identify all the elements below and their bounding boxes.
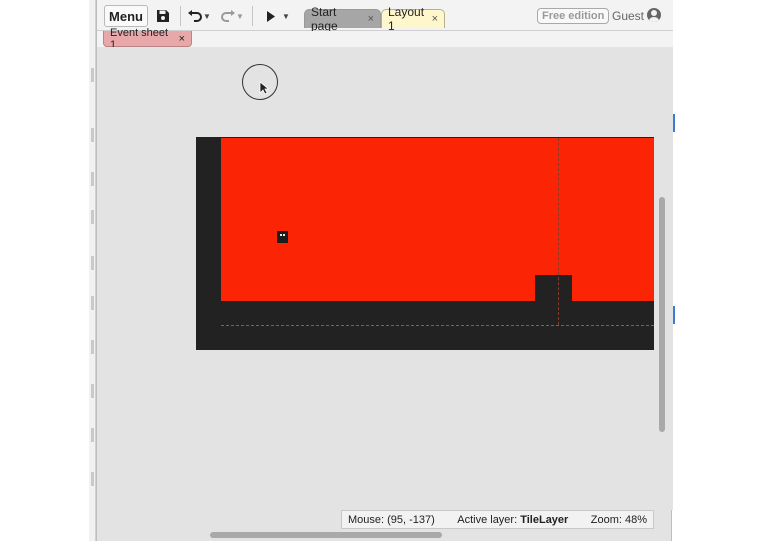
menu-button[interactable]: Menu [104, 5, 148, 27]
vertical-scroll-thumb[interactable] [659, 197, 665, 432]
layout-boundary-vertical [558, 138, 559, 325]
main-toolbar: Menu ▼ ▼ ▼ Start page × Layout 1 × Free … [97, 0, 673, 33]
zoom-level: Zoom: 48% [590, 513, 647, 526]
panel-marker [91, 384, 94, 398]
construct-editor: Menu ▼ ▼ ▼ Start page × Layout 1 × Free … [96, 0, 673, 541]
tab-event-sheet-1[interactable]: Event sheet 1 × [103, 27, 192, 51]
tab-label: Layout 1 [388, 5, 425, 33]
close-icon[interactable]: × [179, 33, 185, 45]
tile-step[interactable] [535, 275, 572, 302]
preview-button[interactable]: ▼ [263, 5, 293, 27]
toolbar-separator [180, 6, 181, 26]
panel-marker [91, 256, 94, 270]
panel-marker [91, 472, 94, 486]
panel-marker [91, 296, 94, 310]
player-sprite[interactable] [277, 231, 288, 243]
user-name[interactable]: Guest [612, 9, 644, 23]
panel-marker [91, 340, 94, 354]
player-eye [283, 234, 285, 236]
chevron-down-icon: ▼ [236, 11, 244, 21]
vertical-scrollbar[interactable] [654, 47, 673, 510]
panel-marker [91, 210, 94, 224]
save-button[interactable] [153, 5, 173, 27]
layout-boundary-horizontal [221, 325, 654, 326]
close-icon[interactable]: × [368, 13, 374, 25]
tab-start-page[interactable]: Start page × [304, 5, 381, 33]
free-edition-badge[interactable]: Free edition [537, 8, 610, 24]
redo-icon [221, 10, 236, 22]
horizontal-scroll-thumb[interactable] [210, 532, 442, 538]
redo-button[interactable]: ▼ [218, 5, 246, 27]
save-icon [157, 10, 169, 22]
subtab-row: Event sheet 1 × [97, 27, 673, 51]
tab-label: Start page [311, 5, 338, 33]
cursor-icon [259, 81, 269, 95]
panel-marker [91, 172, 94, 186]
user-icon[interactable] [647, 8, 661, 22]
play-icon [267, 10, 276, 22]
panel-marker [91, 128, 94, 142]
player-eye [280, 234, 282, 236]
active-layer: Active layer: TileLayer [457, 513, 569, 526]
horizontal-scrollbar[interactable] [97, 528, 654, 541]
layout-view-canvas[interactable] [97, 47, 654, 510]
toolbar-separator [252, 6, 253, 26]
chevron-down-icon: ▼ [203, 11, 211, 21]
status-bar: Mouse: (95, -137) Active layer: TileLaye… [341, 510, 654, 529]
background-layer[interactable] [221, 138, 654, 301]
panel-marker [91, 428, 94, 442]
tab-layout-1[interactable]: Layout 1 × [381, 5, 445, 33]
undo-icon [188, 10, 203, 22]
left-panel-edge [89, 0, 96, 541]
close-icon[interactable]: × [432, 13, 438, 25]
tilemap-terrain[interactable] [196, 137, 654, 350]
undo-button[interactable]: ▼ [186, 5, 212, 27]
active-layer-value: TileLayer [520, 513, 569, 526]
mouse-position: Mouse: (95, -137) [348, 513, 435, 526]
panel-marker [91, 68, 94, 82]
chevron-down-icon: ▼ [282, 11, 290, 21]
